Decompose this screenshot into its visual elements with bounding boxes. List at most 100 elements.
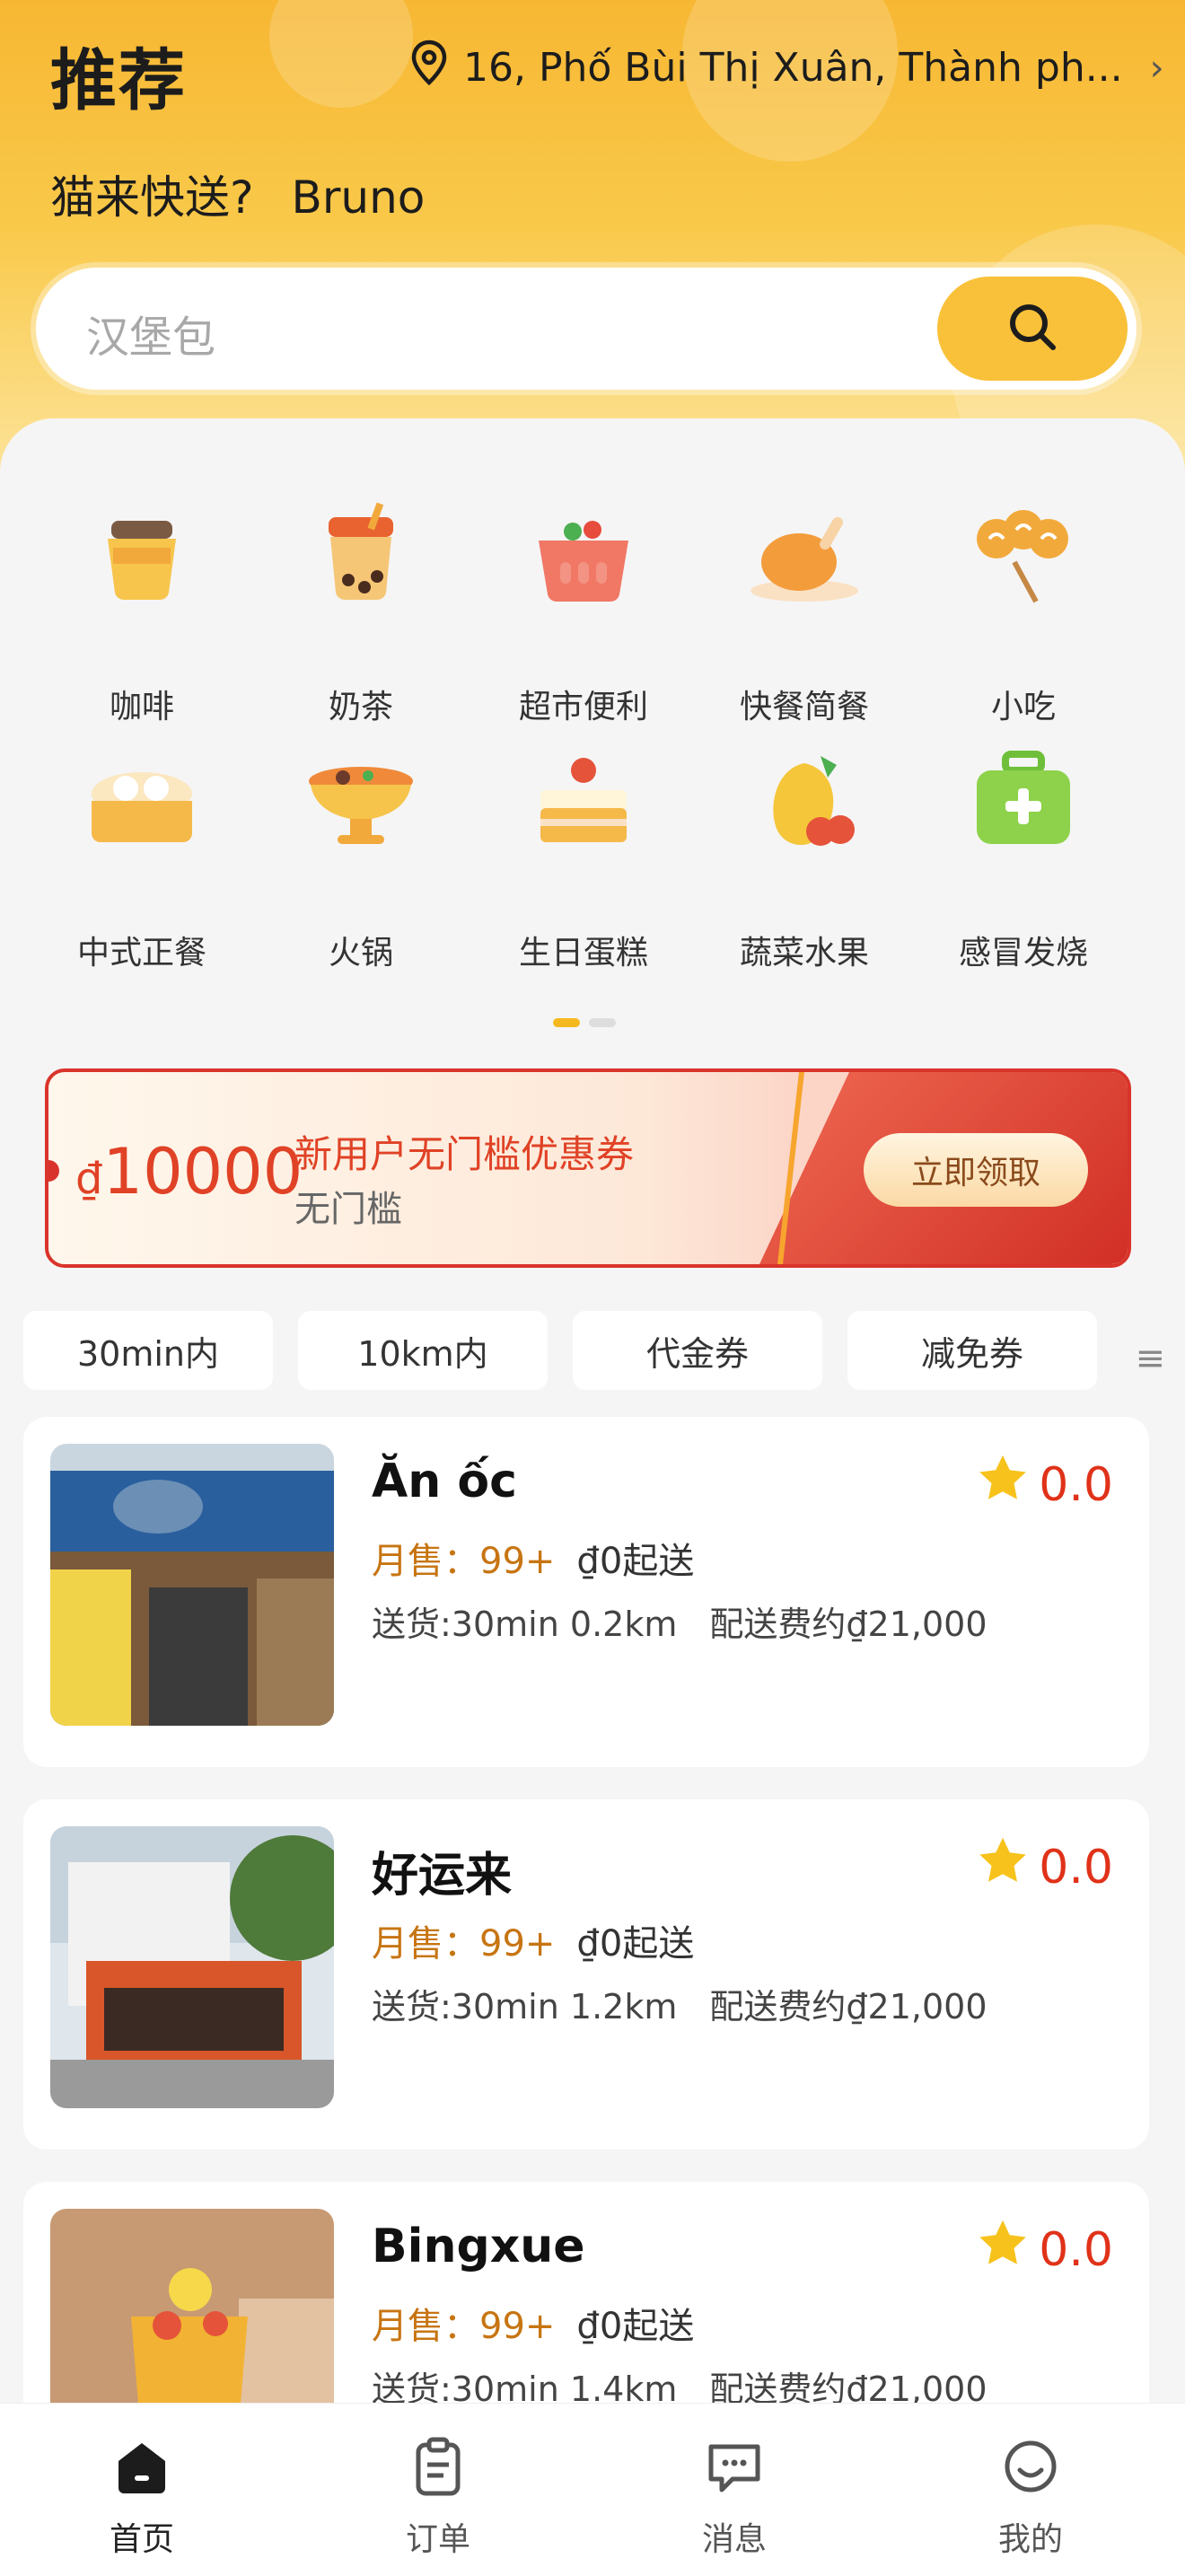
store-name: 好运来 [372, 1849, 513, 1903]
skewer-icon [961, 490, 1086, 616]
tab-home[interactable]: 首页 [52, 2431, 232, 2565]
basket-icon [521, 490, 646, 616]
new-user-coupon[interactable]: ₫10000 新用户无门槛优惠券 无门槛 立即领取 [45, 1068, 1131, 1268]
category-fruit[interactable]: 蔬菜水果 [697, 736, 912, 971]
profile-icon [941, 2431, 1120, 2502]
sales-count: 99+ [479, 1923, 556, 1965]
category-pager [553, 1018, 616, 1027]
category-fast-food[interactable]: 快餐简餐 [697, 490, 912, 725]
delivery-info: 送货:30min 1.2km [372, 1987, 678, 2027]
tab-label: 我的 [997, 2521, 1063, 2558]
category-label: 火锅 [328, 935, 393, 971]
tab-orders[interactable]: 订单 [348, 2431, 528, 2565]
category-label: 小吃 [990, 689, 1056, 725]
fruit-icon [742, 736, 867, 862]
store-name: Bingxue [372, 2220, 585, 2273]
message-icon [645, 2431, 824, 2502]
decor-bubble [269, 0, 413, 108]
pager-dot-active [553, 1018, 580, 1027]
tab-profile[interactable]: 我的 [941, 2431, 1120, 2565]
category-hotpot[interactable]: 火锅 [253, 736, 469, 971]
chevron-right-icon: › [1149, 47, 1164, 89]
filter-bar: 30min内 10km内 代金券 减免券 ≡ [23, 1311, 1165, 1392]
star-icon [976, 1453, 1030, 1517]
store-sales-line: 月售：99+ ₫0起送 [372, 1532, 694, 1584]
store-sales-line: 月售：99+ ₫0起送 [372, 1914, 694, 1966]
category-milk-tea[interactable]: 奶茶 [253, 490, 469, 725]
coffee-cup-icon [79, 490, 205, 616]
user-name: Bruno [291, 171, 426, 224]
search-button[interactable] [937, 277, 1128, 381]
location-address: 16, Phố Bùi Thị Xuân, Thành ph... [463, 45, 1123, 91]
coupon-value: 10000 [102, 1135, 303, 1209]
home-icon [52, 2431, 232, 2502]
location-selector[interactable]: 16, Phố Bùi Thị Xuân, Thành ph... › [409, 40, 1164, 96]
coupon-amount: ₫10000 [75, 1135, 303, 1209]
sales-count: 99+ [479, 2306, 556, 2347]
currency-symbol: ₫ [75, 1154, 103, 1204]
store-card[interactable]: Ăn ốc 0.0 月售：99+ ₫0起送 送货:30min 0.2km 配送费约₫… [23, 1417, 1149, 1767]
medical-kit-icon [961, 736, 1086, 862]
category-label: 咖啡 [109, 689, 174, 725]
delivery-fee: 配送费约₫21,000 [709, 1987, 988, 2027]
store-name: Ăn ốc [372, 1455, 517, 1508]
filter-voucher[interactable]: 代金券 [573, 1311, 822, 1390]
search-icon [1004, 298, 1061, 359]
milk-tea-icon [298, 490, 424, 616]
filter-30min[interactable]: 30min内 [23, 1311, 273, 1390]
sales-label: 月售： [372, 1923, 479, 1965]
coupon-subtitle: 无门槛 [294, 1189, 402, 1230]
sales-label: 月售： [372, 2306, 479, 2347]
category-medicine[interactable]: 感冒发烧 [916, 736, 1131, 971]
store-photo [50, 1826, 334, 2108]
coupon-notch [48, 1160, 59, 1182]
category-label: 奶茶 [328, 689, 393, 725]
sales-count: 99+ [479, 1541, 556, 1582]
category-supermarket[interactable]: 超市便利 [476, 490, 691, 725]
hotpot-icon [298, 736, 424, 862]
store-card[interactable]: 好运来 0.0 月售：99+ ₫0起送 送货:30min 1.2km 配送费约₫21… [23, 1799, 1149, 2150]
bottom-tab-bar: 首页 订单 消息 我的 [0, 2403, 1185, 2576]
tab-label: 订单 [405, 2521, 470, 2558]
cake-icon [521, 736, 646, 862]
delivery-fee: 配送费约₫21,000 [709, 1605, 988, 1644]
search-input[interactable]: 汉堡包 [86, 302, 215, 365]
category-label: 中式正餐 [76, 935, 206, 971]
claim-coupon-button[interactable]: 立即领取 [864, 1133, 1088, 1207]
category-label: 生日蛋糕 [518, 935, 648, 971]
delivery-info: 送货:30min 0.2km [372, 1605, 678, 1644]
tab-label: 消息 [701, 2521, 767, 2558]
rating-value: 0.0 [1039, 1840, 1113, 1895]
category-cake[interactable]: 生日蛋糕 [476, 736, 691, 971]
page-title: 推荐 [50, 42, 187, 119]
category-chinese[interactable]: 中式正餐 [34, 736, 250, 971]
min-order: ₫0起送 [576, 1923, 695, 1965]
category-label: 超市便利 [518, 689, 648, 725]
category-coffee[interactable]: 咖啡 [34, 490, 250, 725]
greeting: 猫来快送? Bruno [50, 162, 425, 226]
store-rating: 0.0 [976, 1453, 1113, 1517]
min-order: ₫0起送 [576, 2306, 695, 2347]
tab-messages[interactable]: 消息 [645, 2431, 824, 2565]
star-icon [976, 1835, 1030, 1899]
category-grid: 咖啡 奶茶 超市便利 快餐简餐 小吃 中式正餐 火锅 生日蛋糕 蔬菜水果 感冒发… [0, 490, 1185, 993]
store-rating: 0.0 [976, 1835, 1113, 1899]
filter-menu-icon[interactable]: ≡ [1135, 1338, 1165, 1379]
search-bar[interactable]: 汉堡包 [36, 268, 1137, 390]
store-delivery-line: 送货:30min 0.2km 配送费约₫21,000 [372, 1596, 988, 1646]
store-photo [50, 1444, 334, 1726]
filter-discount[interactable]: 减免券 [847, 1311, 1097, 1390]
tab-label: 首页 [109, 2521, 174, 2558]
filter-10km[interactable]: 10km内 [298, 1311, 548, 1390]
pager-dot [589, 1018, 616, 1027]
location-pin-icon [409, 40, 449, 96]
orders-icon [348, 2431, 528, 2502]
category-label: 蔬菜水果 [739, 935, 869, 971]
roast-chicken-icon [742, 490, 867, 616]
category-label: 快餐简餐 [739, 689, 869, 725]
category-snacks[interactable]: 小吃 [916, 490, 1131, 725]
category-label: 感冒发烧 [958, 935, 1088, 971]
greeting-text: 猫来快送? [50, 171, 254, 224]
sales-label: 月售： [372, 1541, 479, 1582]
star-icon [976, 2218, 1030, 2281]
